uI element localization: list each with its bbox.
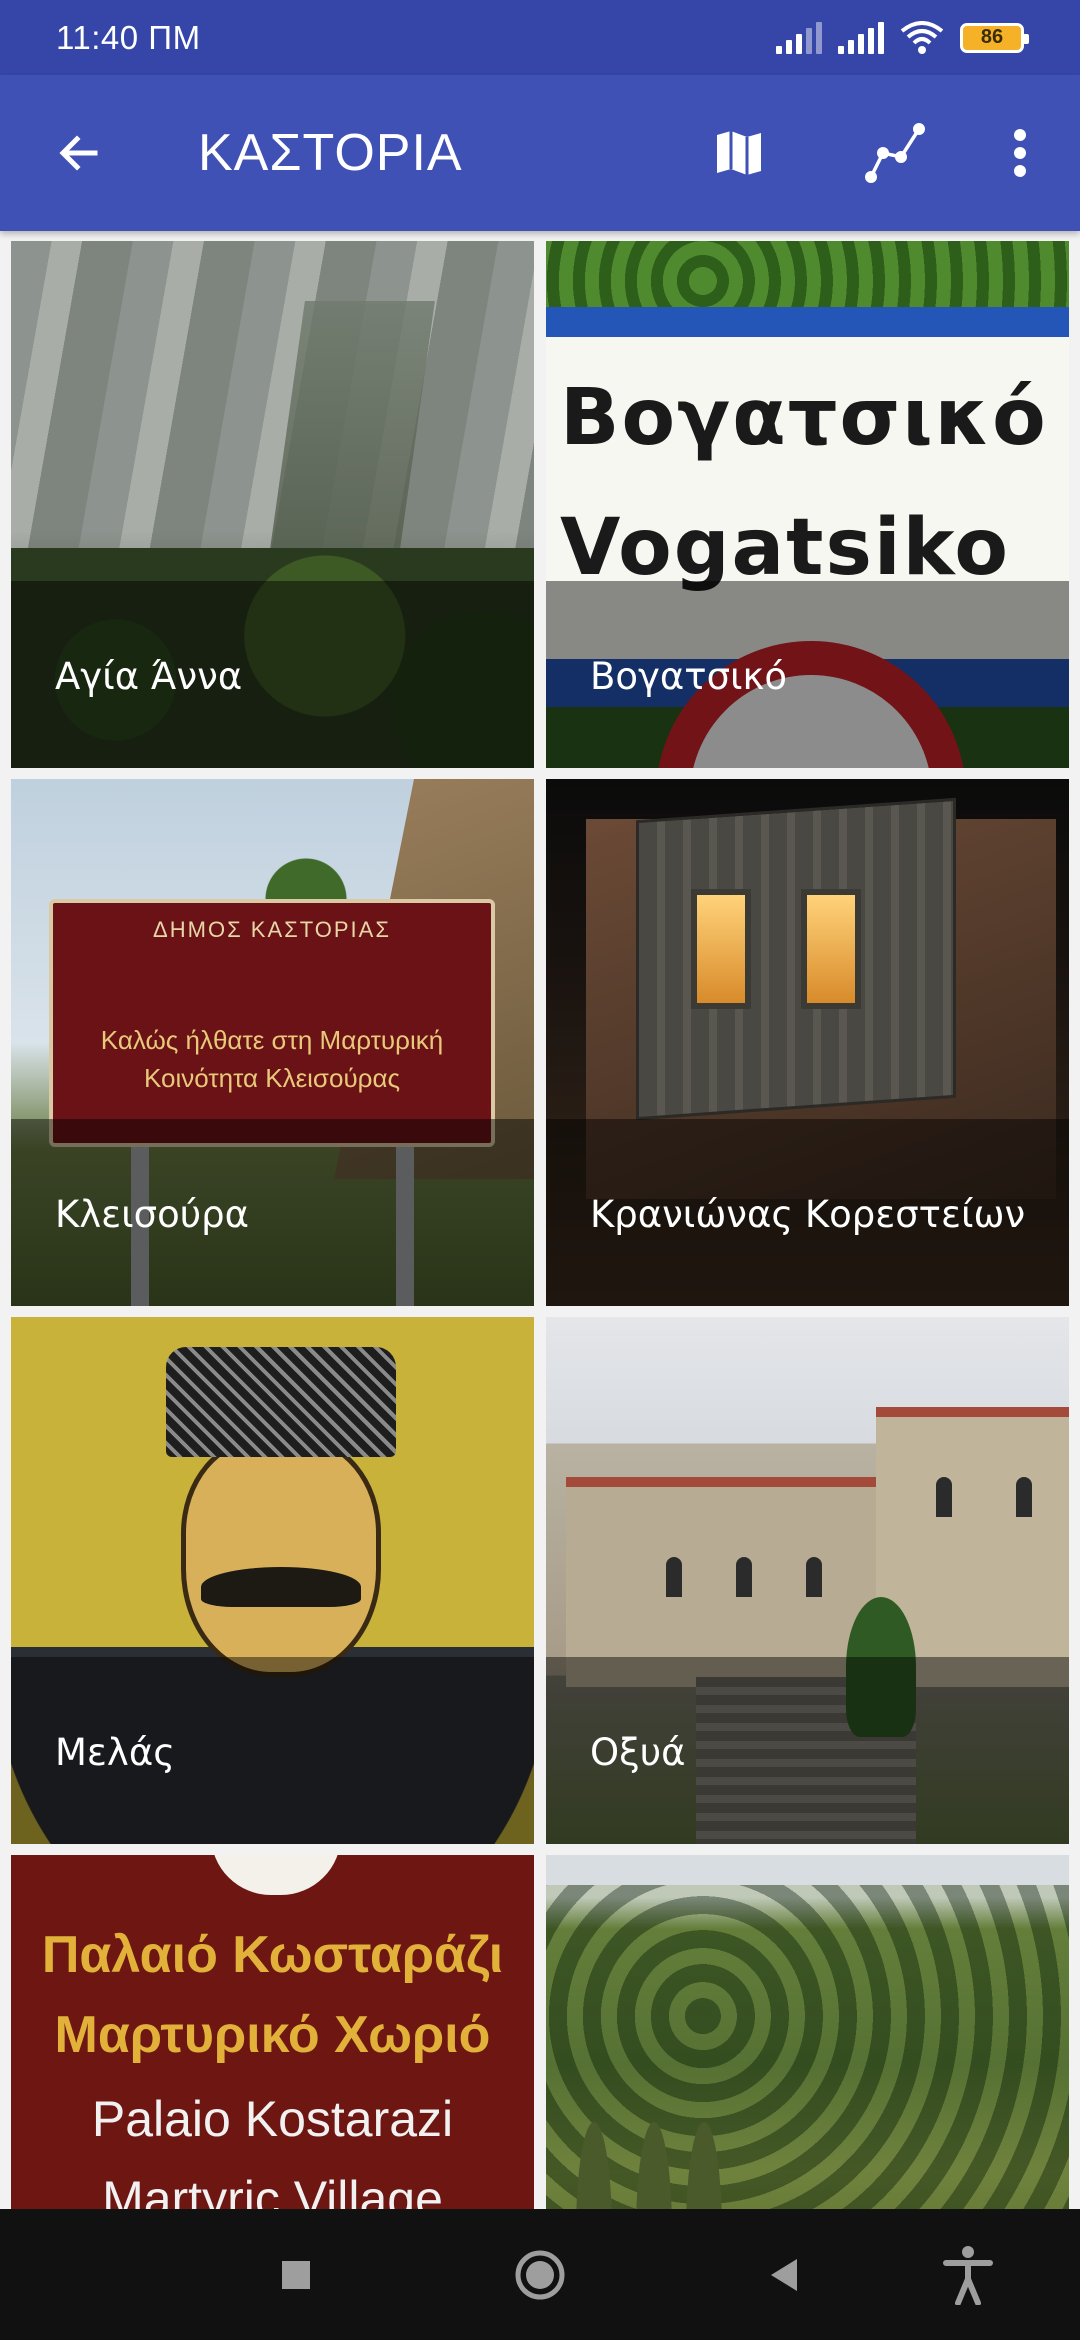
accessibility-button[interactable]	[940, 2246, 996, 2305]
sign-text: Κοινότητα Κλεισούρας	[143, 1063, 401, 1093]
battery-level: 86	[980, 26, 1004, 48]
signal-icon	[776, 21, 822, 54]
home-icon	[515, 2250, 565, 2300]
place-name: Μελάς	[55, 1731, 175, 1774]
place-card[interactable]: Κρανιώνας Κορεστείων	[546, 779, 1069, 1306]
place-card[interactable]	[546, 1855, 1069, 2231]
wifi-icon	[900, 20, 944, 54]
place-card[interactable]: Οξυά	[546, 1317, 1069, 1844]
place-card[interactable]: Παλαιό Κωσταράζι Μαρτυρικό Χωριό Palaio …	[11, 1855, 534, 2231]
place-card[interactable]: Βογατσικό Vogatsiko Βογατσικό	[546, 241, 1069, 768]
place-name: Οξυά	[590, 1731, 686, 1774]
map-button[interactable]	[704, 118, 774, 188]
status-icons: 86	[776, 20, 1029, 55]
system-nav-bar	[0, 2209, 1080, 2340]
place-name: Κρανιώνας Κορεστείων	[590, 1193, 1026, 1236]
route-icon	[865, 123, 925, 183]
sign-text: Καλώς ήλθατε στη Μαρτυρική	[100, 1025, 444, 1055]
sign-board: ΔΗΜΟΣ ΚΑΣΤΟΡΙΑΣ Καλώς ήλθατε στη Μαρτυρι…	[49, 899, 495, 1147]
more-options-button[interactable]	[1000, 118, 1040, 188]
place-name: Αγία Άννα	[55, 655, 243, 698]
back-button[interactable]	[44, 118, 114, 188]
back-nav-button[interactable]	[757, 2247, 813, 2303]
recent-apps-icon	[282, 2261, 310, 2289]
route-button[interactable]	[856, 114, 934, 192]
place-name: Κλεισούρα	[55, 1193, 250, 1236]
page-title: ΚΑΣΤΟΡΙΑ	[198, 124, 463, 182]
place-card[interactable]: Μελάς	[11, 1317, 534, 1844]
map-icon	[717, 131, 761, 175]
sign-text: Μαρτυρικό Χωριό	[54, 2006, 491, 2064]
sign-text: Παλαιό Κωσταράζι	[41, 1926, 504, 1984]
app-bar: ΚΑΣΤΟΡΙΑ	[0, 75, 1080, 231]
place-card[interactable]: Αγία Άννα	[11, 241, 534, 768]
sign-text: Βογατσικό	[560, 373, 1048, 463]
place-photo	[546, 1855, 1069, 2231]
more-vert-icon	[1014, 129, 1026, 177]
status-bar: 11:40 ΠΜ 86	[0, 0, 1080, 75]
sign-text: Vogatsiko	[560, 503, 1010, 593]
status-time: 11:40 ΠΜ	[56, 18, 201, 56]
back-icon	[771, 2259, 797, 2291]
place-photo: Παλαιό Κωσταράζι Μαρτυρικό Χωριό Palaio …	[11, 1855, 534, 2231]
recent-apps-button[interactable]	[268, 2247, 324, 2303]
sign-text: Palaio Kostarazi	[91, 2091, 454, 2147]
sign-text: ΔΗΜΟΣ ΚΑΣΤΟΡΙΑΣ	[153, 917, 391, 942]
places-grid: Αγία Άννα Βογατσικό Vogatsiko Βογατσικό …	[0, 231, 1080, 2231]
home-button[interactable]	[512, 2247, 568, 2303]
place-card[interactable]: ΔΗΜΟΣ ΚΑΣΤΟΡΙΑΣ Καλώς ήλθατε στη Μαρτυρι…	[11, 779, 534, 1306]
battery-icon: 86	[960, 22, 1029, 53]
place-name: Βογατσικό	[590, 655, 787, 698]
signal-icon-2	[838, 21, 884, 54]
accessibility-icon	[943, 2246, 993, 2305]
arrow-back-icon	[59, 135, 98, 171]
